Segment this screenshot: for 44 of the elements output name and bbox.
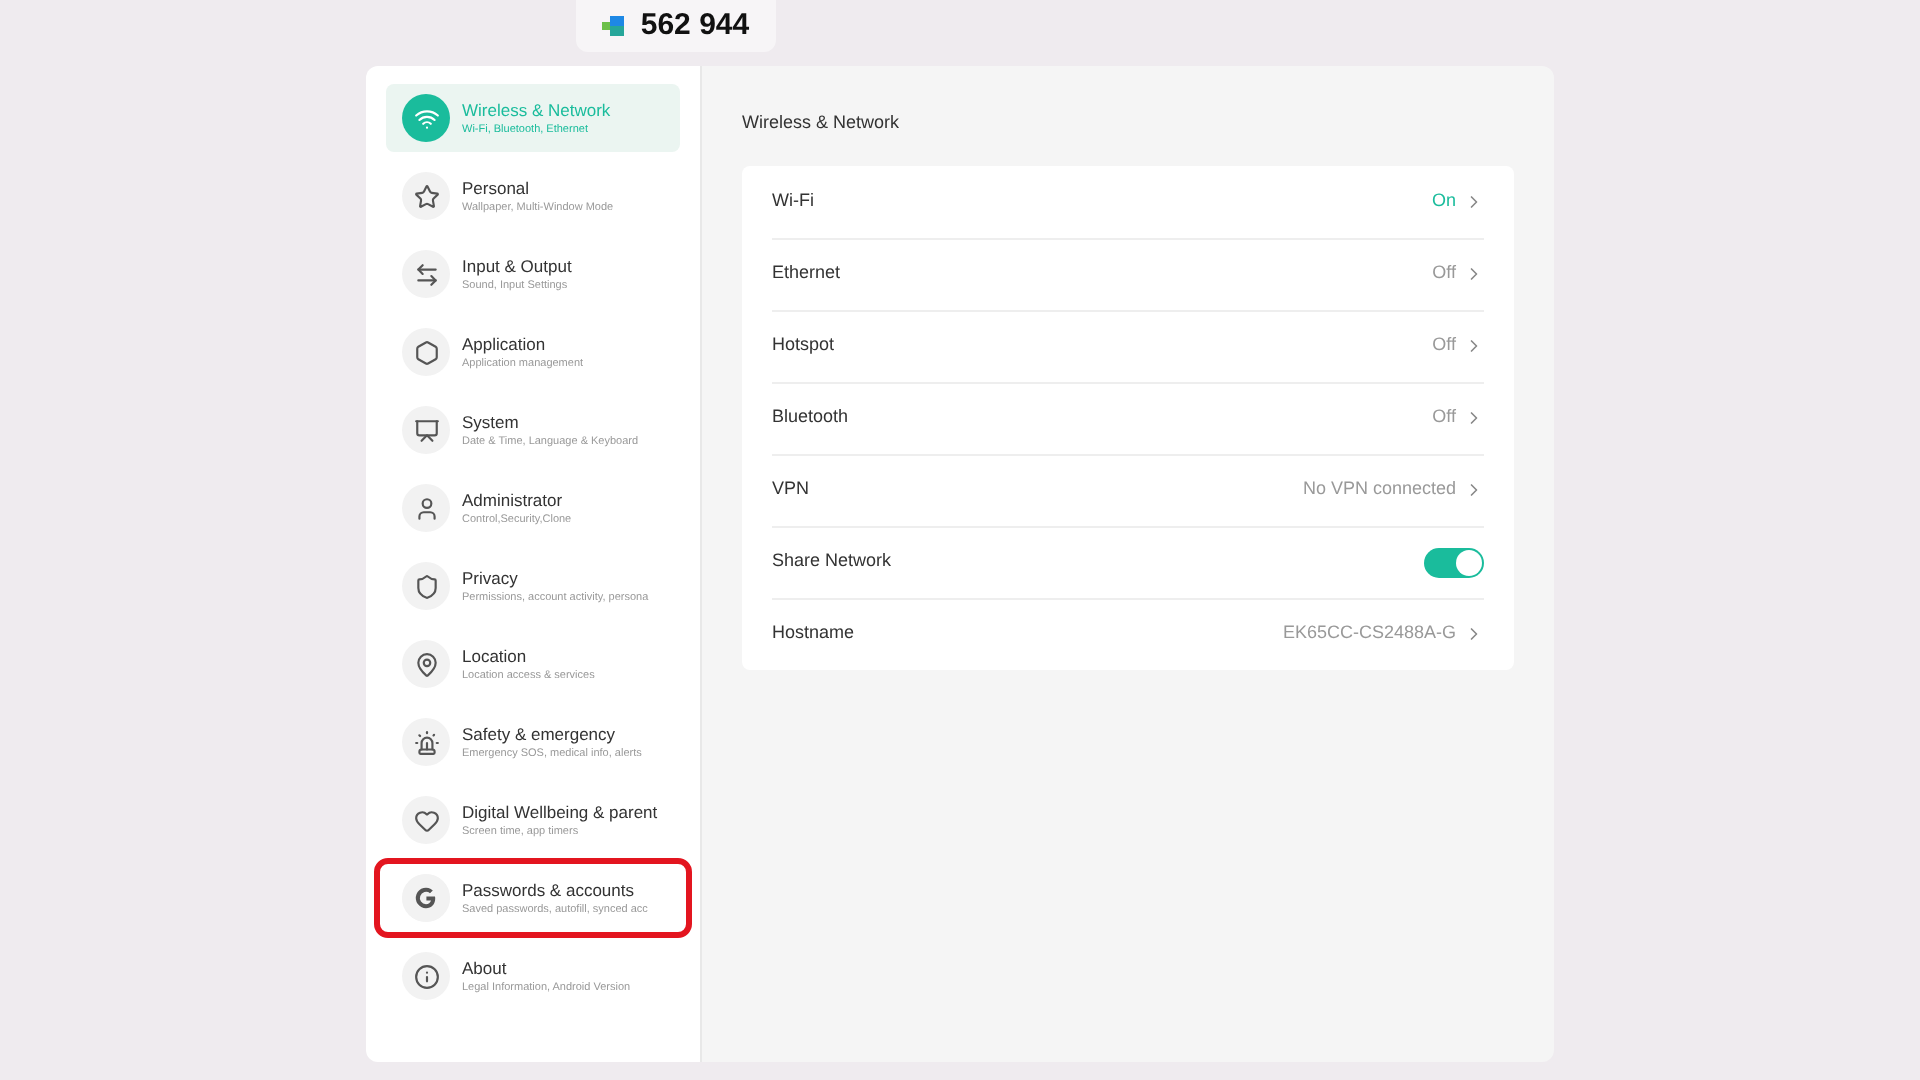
- toggle-switch[interactable]: [1424, 547, 1484, 577]
- row-value: No VPN connected: [1302, 476, 1456, 503]
- code-text: 562 944: [640, 5, 750, 46]
- row-label: Ethernet: [772, 260, 841, 287]
- swap-arrows-icon: [402, 250, 450, 298]
- sidebar-item-title: System: [462, 410, 521, 434]
- row-label: Share Network: [772, 548, 892, 575]
- monitor-icon: [402, 406, 450, 454]
- user-icon: [402, 484, 450, 532]
- sidebar-item-title: Input & Output: [462, 254, 572, 278]
- row-value: Off: [1432, 404, 1456, 431]
- row-label: Hostname: [772, 620, 855, 647]
- row-value: Off: [1432, 332, 1456, 359]
- sidebar-item-title: Digital Wellbeing & parent: [462, 800, 658, 824]
- wifi-icon: [402, 94, 450, 142]
- row-value: Off: [1432, 260, 1456, 287]
- row-label: Bluetooth: [772, 404, 849, 431]
- row-label: Hotspot: [772, 332, 835, 359]
- settings-row[interactable]: Hostname EK65CC-CS2488A-G: [772, 597, 1484, 669]
- section-title: Wireless & Network: [742, 110, 902, 136]
- siren-icon: [402, 718, 450, 766]
- sidebar-item-title: Location: [462, 644, 529, 668]
- settings-row[interactable]: Bluetooth Off: [772, 381, 1484, 453]
- sidebar-item-title: Privacy: [462, 566, 520, 590]
- info-icon: [402, 952, 450, 1000]
- shield-icon: [402, 562, 450, 610]
- logo-icon: [602, 16, 625, 36]
- row-value: EK65CC-CS2488A-G: [1282, 620, 1456, 647]
- settings-row[interactable]: Hotspot Off: [772, 309, 1484, 381]
- sidebar-item-title: About: [462, 956, 509, 980]
- sidebar-item-title: Passwords & accounts: [462, 878, 636, 902]
- sidebar-item-title: Wireless & Network: [462, 98, 611, 122]
- row-label: VPN: [772, 476, 810, 503]
- sidebar-item-title: Application: [462, 332, 548, 356]
- sidebar-item-title: Safety & emergency: [462, 722, 618, 746]
- settings-row[interactable]: VPN No VPN connected: [772, 453, 1484, 525]
- sidebar-item-title: Personal: [462, 176, 532, 200]
- row-value: On: [1431, 187, 1456, 214]
- settings-row[interactable]: Ethernet Off: [772, 237, 1484, 309]
- settings-row[interactable]: Share Network: [772, 525, 1484, 597]
- location-pin-icon: [402, 640, 450, 688]
- row-label: Wi-Fi: [772, 187, 814, 214]
- sidebar-item-title: Administrator: [462, 488, 565, 512]
- settings-row[interactable]: Wi-Fi On: [772, 165, 1484, 237]
